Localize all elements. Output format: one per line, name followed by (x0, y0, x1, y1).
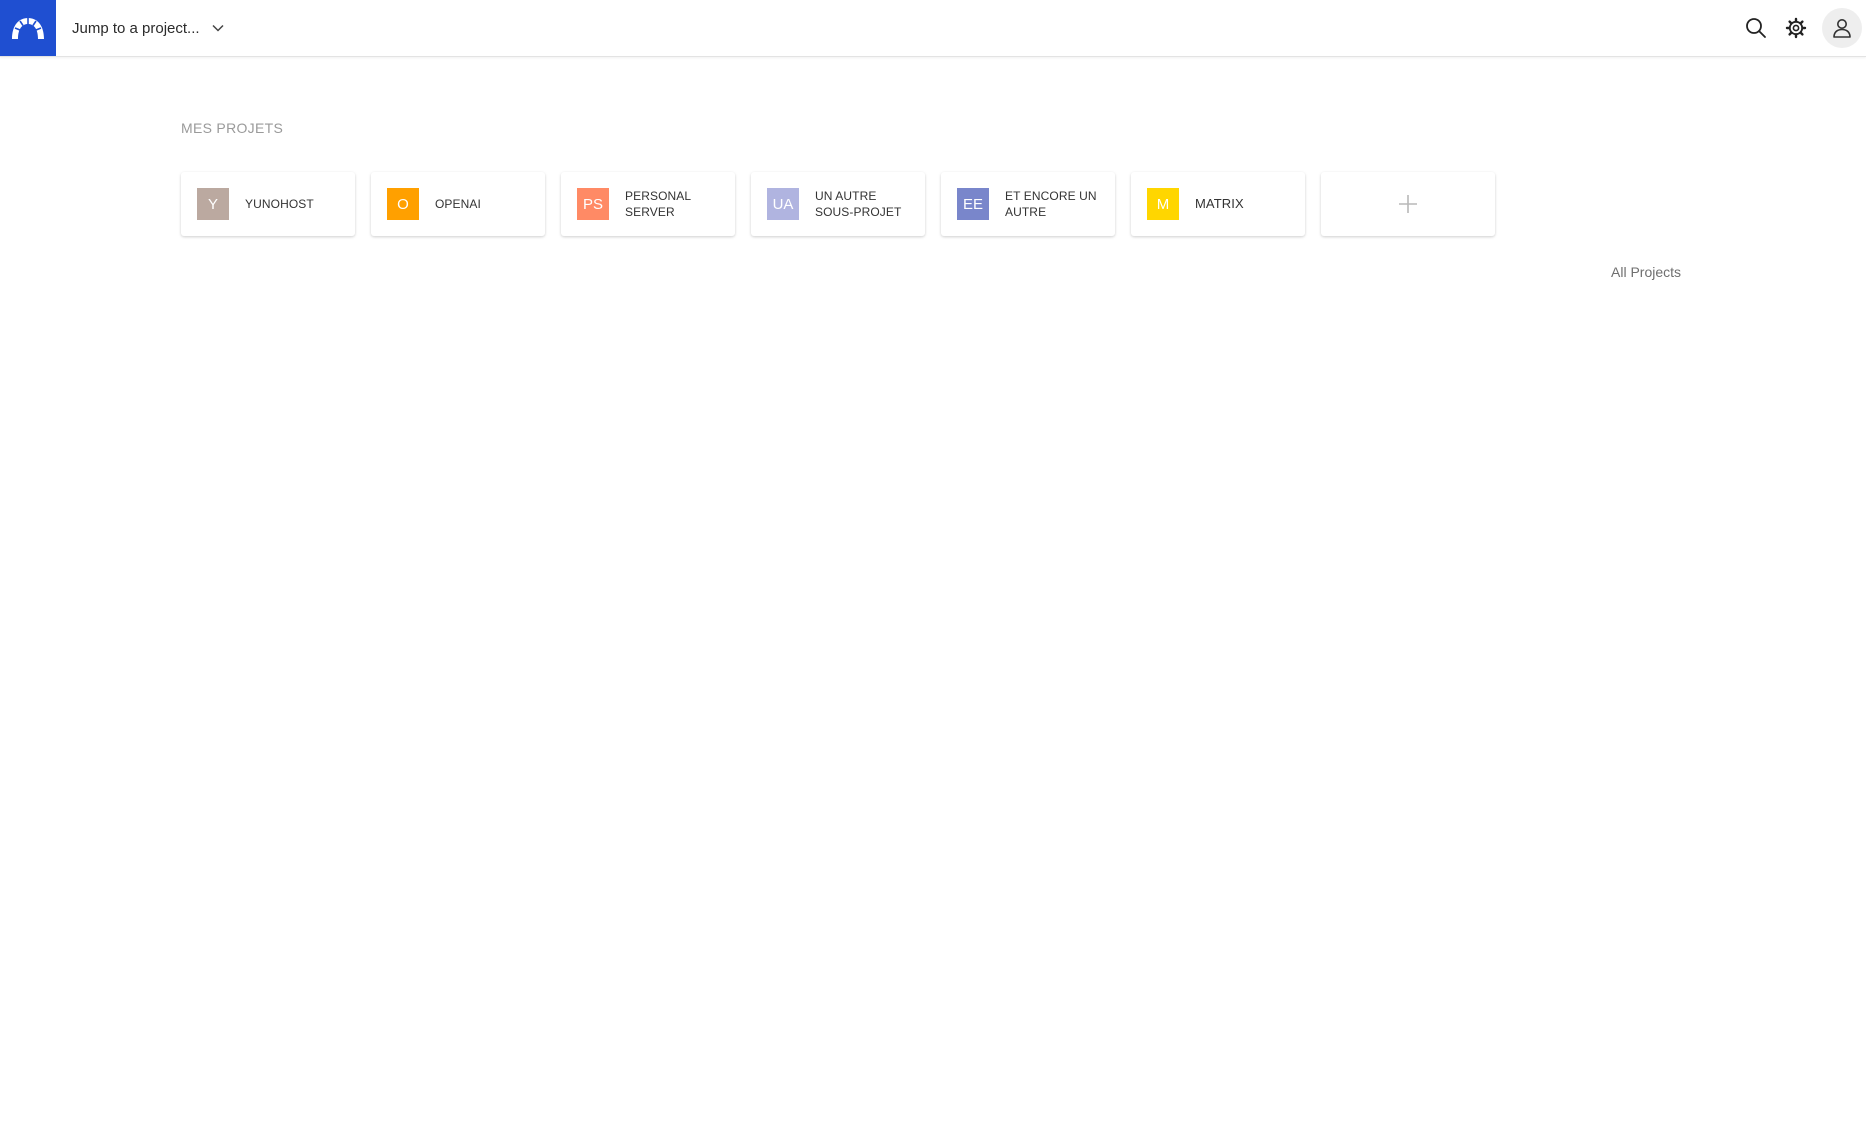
project-cards: Y YUNOHOST O OPENAI PS PERSONAL SERVER UA… (181, 172, 1495, 236)
search-icon (1746, 18, 1766, 38)
project-card[interactable]: EE ET ENCORE UN AUTRE (941, 172, 1115, 236)
search-button[interactable] (1738, 10, 1774, 46)
plus-icon (1399, 195, 1417, 213)
add-project-button[interactable] (1321, 172, 1495, 236)
main-content: MES PROJETS Y YUNOHOST O OPENAI PS PERSO… (181, 120, 1686, 280)
project-title: ET ENCORE UN AUTRE (1005, 189, 1097, 219)
section-title: MES PROJETS (181, 120, 284, 136)
topbar-actions (1738, 0, 1866, 56)
project-jump-label: Jump to a project... (72, 19, 200, 37)
user-icon (1833, 19, 1851, 38)
settings-button[interactable] (1778, 10, 1814, 46)
project-title: MATRIX (1195, 196, 1244, 211)
project-initials-badge: O (387, 188, 419, 220)
gear-icon (1785, 17, 1807, 39)
arch-logo-icon (12, 18, 44, 39)
project-title: OPENAI (435, 197, 481, 211)
project-jump-dropdown[interactable]: Jump to a project... (72, 0, 224, 56)
top-navbar: Jump to a project... (0, 0, 1866, 57)
project-card[interactable]: O OPENAI (371, 172, 545, 236)
project-initials-badge: Y (197, 188, 229, 220)
project-title: YUNOHOST (245, 197, 314, 211)
home-logo-button[interactable] (0, 0, 56, 56)
project-title: PERSONAL SERVER (625, 189, 692, 219)
project-initials-badge: EE (957, 188, 989, 220)
chevron-down-icon (212, 24, 224, 32)
project-card[interactable]: Y YUNOHOST (181, 172, 355, 236)
project-card[interactable]: M MATRIX (1131, 172, 1305, 236)
project-initials-badge: M (1147, 188, 1179, 220)
project-title: UN AUTRE SOUS-PROJET (815, 189, 902, 219)
project-initials-badge: PS (577, 188, 609, 220)
project-card[interactable]: UA UN AUTRE SOUS-PROJET (751, 172, 925, 236)
all-projects-link[interactable]: All Projects (1611, 264, 1681, 280)
project-initials-badge: UA (767, 188, 799, 220)
user-menu-button[interactable] (1822, 8, 1862, 48)
project-card[interactable]: PS PERSONAL SERVER (561, 172, 735, 236)
